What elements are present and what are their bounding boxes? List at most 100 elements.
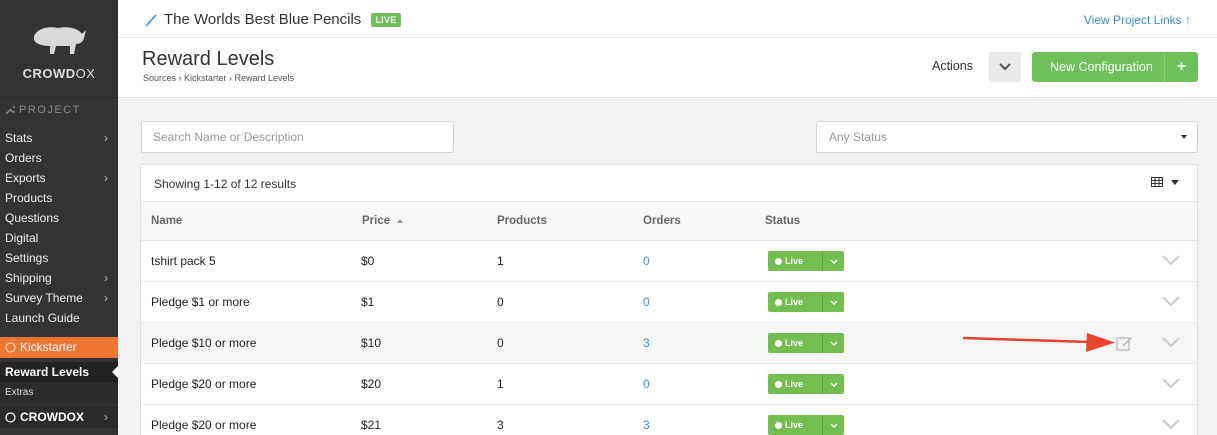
row-name: Pledge $20 or more: [151, 377, 257, 391]
sidebar-item-reward-levels[interactable]: Reward Levels: [0, 362, 118, 382]
live-dot-icon: [775, 339, 782, 347]
project-section-header: PROJECT: [0, 98, 118, 122]
column-header-name[interactable]: Name: [151, 215, 182, 227]
table-row[interactable]: Pledge $20 or more $21 3 3 Live: [141, 405, 1197, 435]
new-configuration-label: New Configuration: [1050, 60, 1153, 74]
sidebar-item-label: Orders: [5, 151, 42, 165]
project-name: The Worlds Best Blue Pencils: [164, 11, 362, 28]
chevron-down-icon: [829, 299, 838, 305]
wrench-icon: [5, 106, 15, 115]
live-dot-icon: [775, 257, 782, 265]
table-row[interactable]: tshirt pack 5 $0 1 0 Live: [141, 241, 1197, 282]
row-orders-link[interactable]: 3: [643, 418, 650, 432]
status-button[interactable]: Live: [768, 292, 844, 312]
status-dropdown-toggle[interactable]: [822, 415, 844, 435]
sidebar-item-orders[interactable]: Orders: [0, 148, 118, 168]
column-header-orders[interactable]: Orders: [643, 215, 681, 227]
live-dot-icon: [775, 298, 782, 306]
sidebar-item-questions[interactable]: Questions: [0, 208, 118, 228]
live-badge: LIVE: [371, 12, 401, 27]
project-section-label: PROJECT: [19, 104, 81, 116]
column-header-status[interactable]: Status: [765, 215, 800, 227]
sidebar-item-launch-guide[interactable]: Launch Guide: [0, 308, 118, 328]
source-crowdox[interactable]: CROWDOX ›: [0, 406, 118, 428]
row-price: $21: [361, 418, 382, 432]
brand-logo[interactable]: CROWDOX: [0, 0, 118, 98]
column-header-price[interactable]: Price: [362, 215, 404, 227]
sidebar-item-label: Questions: [5, 211, 60, 225]
status-filter-select[interactable]: Any Status: [816, 121, 1198, 153]
chevron-down-icon: [999, 63, 1011, 71]
expand-chevron-icon[interactable]: [1162, 255, 1180, 266]
source-kickstarter[interactable]: Kickstarter: [0, 337, 118, 358]
status-button[interactable]: Live: [768, 251, 844, 271]
column-header-label: Status: [765, 215, 801, 227]
row-orders-link[interactable]: 0: [643, 254, 650, 268]
column-header-label: Name: [151, 215, 183, 227]
column-settings-button[interactable]: [1151, 177, 1179, 187]
row-name: Pledge $20 or more: [151, 418, 257, 432]
source-label: CROWDOX: [20, 410, 84, 424]
results-count: Showing 1-12 of 12 results: [154, 177, 297, 191]
brand-wordmark: CROWDOX: [22, 66, 96, 81]
status-dropdown-toggle[interactable]: [822, 251, 844, 271]
sidebar-item-digital[interactable]: Digital: [0, 228, 118, 248]
sidebar-item-label: Extras: [5, 387, 34, 398]
page-header: Reward Levels Sources › Kickstarter › Re…: [118, 38, 1217, 98]
sidebar-item-label: Shipping: [5, 271, 52, 285]
row-products: 3: [497, 418, 504, 432]
column-header-label: Orders: [643, 215, 681, 227]
row-price: $1: [361, 295, 375, 309]
row-products: 0: [497, 336, 504, 350]
expand-chevron-icon[interactable]: [1162, 419, 1180, 430]
sidebar-item-products[interactable]: Products: [0, 188, 118, 208]
sidebar-item-exports[interactable]: Exports ›: [0, 168, 118, 188]
row-orders-link[interactable]: 0: [643, 377, 650, 391]
expand-chevron-icon[interactable]: [1162, 378, 1180, 389]
row-orders-link[interactable]: 3: [643, 336, 650, 350]
status-dropdown-toggle[interactable]: [822, 374, 844, 394]
row-price: $20: [361, 377, 382, 391]
sidebar-item-label: Products: [5, 191, 53, 205]
status-dropdown-toggle[interactable]: [822, 292, 844, 312]
row-orders-link[interactable]: 0: [643, 295, 650, 309]
expand-chevron-icon[interactable]: [1162, 337, 1180, 348]
bull-logo-icon: [34, 27, 86, 54]
sidebar: CROWDOX PROJECT Stats › Orders Exports › P…: [0, 0, 118, 435]
new-configuration-button[interactable]: New Configuration +: [1032, 52, 1198, 82]
row-name: Pledge $10 or more: [151, 336, 257, 350]
live-dot-icon: [775, 421, 782, 429]
expand-chevron-icon[interactable]: [1162, 296, 1180, 307]
table-row[interactable]: Pledge $20 or more $20 1 0 Live: [141, 364, 1197, 405]
sort-ascending-icon: [397, 218, 404, 223]
page-title: Reward Levels: [142, 48, 275, 70]
view-project-links-link[interactable]: View Project Links ↑: [1084, 13, 1191, 27]
sidebar-item-extras[interactable]: Extras: [0, 382, 118, 404]
breadcrumb[interactable]: Sources › Kickstarter › Reward Levels: [143, 73, 294, 83]
sidebar-item-shipping[interactable]: Shipping ›: [0, 268, 118, 288]
column-header-products[interactable]: Products: [497, 215, 547, 227]
table-grid-icon: [1151, 177, 1163, 187]
chevron-right-icon: ›: [104, 171, 108, 185]
sidebar-item-settings[interactable]: Settings: [0, 248, 118, 268]
status-label: Live: [785, 256, 804, 266]
sidebar-item-stats[interactable]: Stats ›: [0, 128, 118, 148]
actions-label[interactable]: Actions: [932, 59, 973, 73]
table-row[interactable]: Pledge $1 or more $1 0 0 Live: [141, 282, 1197, 323]
column-header-label: Products: [497, 215, 547, 227]
chevron-down-icon: [829, 340, 838, 346]
sidebar-item-label: Launch Guide: [5, 311, 80, 325]
status-label: Live: [785, 297, 804, 307]
status-dropdown-toggle[interactable]: [822, 333, 844, 353]
row-name: tshirt pack 5: [151, 254, 216, 268]
status-button[interactable]: Live: [768, 374, 844, 394]
sidebar-item-survey-theme[interactable]: Survey Theme ›: [0, 288, 118, 308]
status-button[interactable]: Live: [768, 415, 844, 435]
search-input[interactable]: Search Name or Description: [141, 121, 454, 153]
row-price: $10: [361, 336, 382, 350]
plus-icon: +: [1164, 52, 1198, 82]
sidebar-item-label: Reward Levels: [5, 365, 90, 379]
crowdox-ring-icon: [5, 411, 16, 423]
status-button[interactable]: Live: [768, 333, 844, 353]
actions-dropdown-button[interactable]: [989, 52, 1021, 82]
